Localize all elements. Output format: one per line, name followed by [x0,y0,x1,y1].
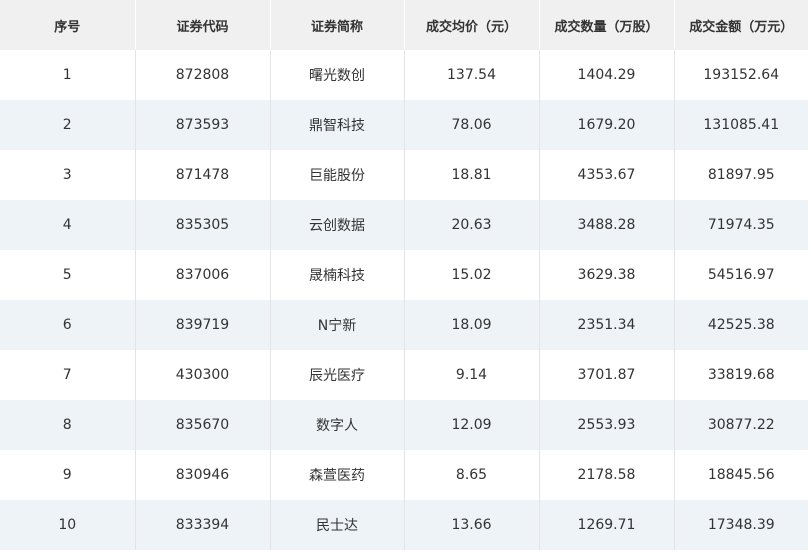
cell-volume: 1269.71 [539,500,675,550]
table-row: 1 872808 曙光数创 137.54 1404.29 193152.64 [0,50,808,100]
cell-average-price: 78.06 [404,100,540,150]
cell-security-code: 837006 [135,250,271,300]
cell-average-price: 9.14 [404,350,540,400]
cell-security-code: 833394 [135,500,271,550]
table-row: 4 835305 云创数据 20.63 3488.28 71974.35 [0,200,808,250]
cell-index: 6 [0,300,136,350]
cell-security-name: 巨能股份 [270,150,405,200]
cell-volume: 1679.20 [539,100,675,150]
header-average-price: 成交均价（元） [404,0,540,50]
cell-turnover: 54516.97 [707,267,775,283]
cell-index: 10 [0,500,136,550]
header-security-name: 证券简称 [270,0,405,50]
cell-volume: 3488.28 [539,200,675,250]
cell-turnover: 131085.41 [703,117,780,133]
cell-security-name: 数字人 [270,400,405,450]
cell-index: 2 [0,100,136,150]
cell-average-price: 20.63 [404,200,540,250]
table-row: 8 835670 数字人 12.09 2553.93 30877.22 [0,400,808,450]
table-body: 1 872808 曙光数创 137.54 1404.29 193152.64 2… [0,50,808,550]
cell-security-name: N宁新 [270,300,405,350]
cell-security-code: 871478 [135,150,271,200]
table-row: 3 871478 巨能股份 18.81 4353.67 81897.95 [0,150,808,200]
cell-volume: 1404.29 [539,50,675,100]
cell-index: 3 [0,150,136,200]
cell-security-name: 云创数据 [270,200,405,250]
cell-security-code: 835305 [135,200,271,250]
cell-security-code: 830946 [135,450,271,500]
cell-volume: 2178.58 [539,450,675,500]
cell-turnover: 18845.56 [707,467,775,483]
table-row: 2 873593 鼎智科技 78.06 1679.20 131085.41 [0,100,808,150]
cell-average-price: 18.81 [404,150,540,200]
cell-security-code: 872808 [135,50,271,100]
cell-turnover: 17348.39 [707,517,775,533]
cell-average-price: 18.09 [404,300,540,350]
cell-index: 7 [0,350,136,400]
cell-turnover: 30877.22 [707,417,775,433]
table-header: 序号 证券代码 证券简称 成交均价（元） 成交数量（万股） 成交金额（万元） [0,0,808,50]
cell-index: 4 [0,200,136,250]
table-row: 5 837006 晟楠科技 15.02 3629.38 54516.97 [0,250,808,300]
cell-turnover: 42525.38 [707,317,775,333]
cell-security-name: 森萱医药 [270,450,405,500]
cell-security-name: 辰光医疗 [270,350,405,400]
stock-trading-table: 序号 证券代码 证券简称 成交均价（元） 成交数量（万股） 成交金额（万元） 1… [0,0,808,550]
cell-volume: 2553.93 [539,400,675,450]
cell-volume: 2351.34 [539,300,675,350]
cell-turnover: 81897.95 [707,167,775,183]
header-volume: 成交数量（万股） [539,0,675,50]
cell-security-name: 鼎智科技 [270,100,405,150]
header-turnover: 成交金额（万元） [689,19,794,35]
cell-average-price: 137.54 [404,50,540,100]
table-row: 7 430300 辰光医疗 9.14 3701.87 33819.68 [0,350,808,400]
cell-turnover: 193152.64 [703,67,780,83]
cell-turnover: 71974.35 [707,217,775,233]
header-security-code: 证券代码 [135,0,271,50]
cell-volume: 3701.87 [539,350,675,400]
cell-security-name: 民士达 [270,500,405,550]
cell-security-code: 873593 [135,100,271,150]
cell-security-name: 曙光数创 [270,50,405,100]
table-row: 6 839719 N宁新 18.09 2351.34 42525.38 [0,300,808,350]
cell-index: 5 [0,250,136,300]
table-row: 9 830946 森萱医药 8.65 2178.58 18845.56 [0,450,808,500]
header-index: 序号 [0,0,136,50]
table-row: 10 833394 民士达 13.66 1269.71 17348.39 [0,500,808,550]
cell-volume: 3629.38 [539,250,675,300]
cell-average-price: 13.66 [404,500,540,550]
cell-index: 9 [0,450,136,500]
cell-volume: 4353.67 [539,150,675,200]
cell-security-code: 430300 [135,350,271,400]
cell-index: 8 [0,400,136,450]
cell-average-price: 15.02 [404,250,540,300]
cell-average-price: 12.09 [404,400,540,450]
cell-security-code: 835670 [135,400,271,450]
header-row: 序号 证券代码 证券简称 成交均价（元） 成交数量（万股） 成交金额（万元） [0,0,808,50]
cell-average-price: 8.65 [404,450,540,500]
cell-index: 1 [0,50,136,100]
cell-security-code: 839719 [135,300,271,350]
cell-turnover: 33819.68 [707,367,775,383]
cell-security-name: 晟楠科技 [270,250,405,300]
